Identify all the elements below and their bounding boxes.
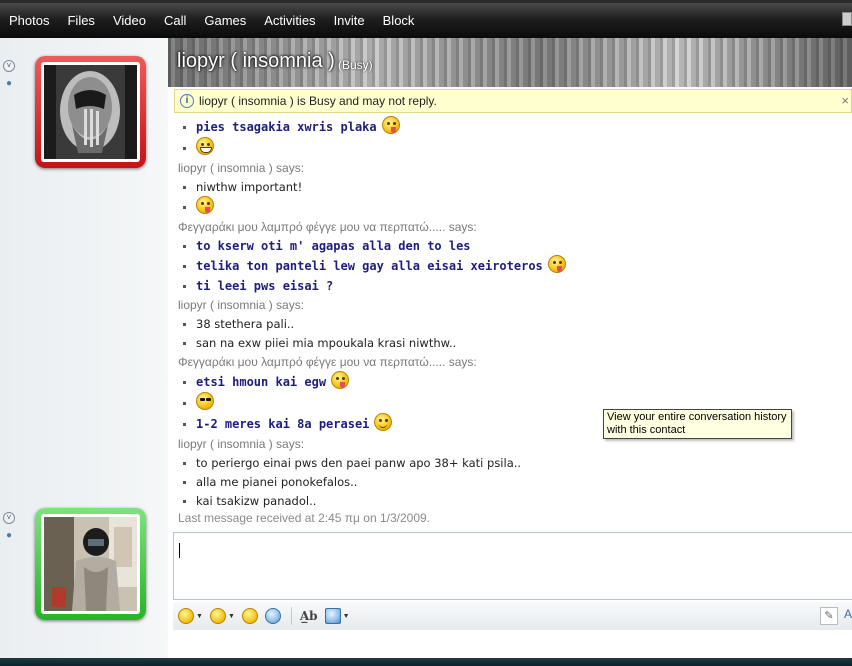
message-line: kai tsakizw panadol.. [178,492,778,511]
menu-photos[interactable]: Photos [0,5,58,37]
smile-icon [374,412,393,431]
tooltip-line: View your entire conversation history [607,411,787,423]
message-text: 38 stethera pali.. [196,317,295,331]
nudge-icon [264,608,281,624]
contact-header: liopyr ( insomnia ) (Busy) [168,38,852,87]
text-mode-icon[interactable]: A [844,607,852,621]
voice-clip-button[interactable] [241,605,258,627]
message-text: niwthw important! [196,180,303,194]
emoticon-icon [178,608,194,624]
compose-toolbar: ▼ ▼ A̲b ▼ ✎ A [173,602,852,630]
font-button[interactable]: A̲b [300,605,318,627]
message-text: telika ton panteli lew gay alla eisai xe… [196,259,543,273]
menu-invite[interactable]: Invite [325,5,374,37]
contact-avatar-image [44,65,137,159]
webcam-icon[interactable]: ● [3,78,15,90]
menu-files[interactable]: Files [58,5,103,37]
text-caret [179,543,180,558]
last-message-timestamp: Last message received at 2:45 πμ on 1/3/… [178,511,431,525]
tongue-icon [196,195,214,214]
font-icon: A̲b [299,609,318,623]
message-line: telika ton panteli lew gay alla eisai xe… [178,254,778,277]
sender-text: liopyr ( insomnia ) says: [178,298,305,312]
handwriting-button[interactable]: ✎ [820,607,838,625]
menu-bar: Photos Files Video Call Games Activities… [0,0,852,38]
sender-line: Φεγγαράκι μου λαμπρό φέγγε μου να περπατ… [178,218,778,237]
message-line: pies tsagakia xwris plaka [178,115,778,138]
message-text: to periergo einai pws den paei panw apo … [196,456,522,470]
menu-games[interactable]: Games [195,5,255,37]
wink-button[interactable]: ▼ [209,605,235,627]
message-line: 38 stethera pali.. [178,315,778,334]
info-icon: i [180,94,194,108]
message-line: to kserw oti m' agapas alla den to les [178,237,778,256]
message-line: alla me pianei ponokefalos.. [178,473,778,492]
collapse-own-picture-icon[interactable]: ˅ [3,512,15,524]
contact-status: (Busy) [338,58,373,72]
tongue-icon [331,370,350,389]
message-line: ti leei pws eisai ? [178,277,778,296]
message-text: ti leei pws eisai ? [196,279,334,293]
message-line: to periergo einai pws den paei panw apo … [178,454,778,473]
grin-icon [196,136,214,155]
message-text: pies tsagakia xwris plaka [196,120,377,134]
menu-block[interactable]: Block [374,5,424,37]
show-menu-icon[interactable] [842,12,852,26]
message-line [178,136,778,159]
nudge-button[interactable] [264,605,281,627]
tooltip-line: with this contact [607,424,686,436]
history-tooltip: View your entire conversation history wi… [603,409,792,439]
cool-icon [196,391,214,410]
tongue-icon [547,254,566,273]
background-button[interactable]: ▼ [324,605,350,627]
sender-text: liopyr ( insomnia ) says: [178,161,305,175]
menu-activities[interactable]: Activities [255,5,324,37]
message-text: kai tsakizw panadol.. [196,494,317,508]
message-line [178,195,778,218]
window-bottom-edge [0,658,852,666]
collapse-contact-picture-icon[interactable]: ˅ [3,60,15,72]
message-input[interactable] [173,532,852,600]
voice-clip-icon [241,608,258,624]
menu-video[interactable]: Video [104,5,155,37]
info-bar-text: liopyr ( insomnia ) is Busy and may not … [199,94,437,108]
wink-icon [209,608,226,624]
sender-text: liopyr ( insomnia ) says: [178,437,305,451]
contact-display-picture[interactable] [35,56,146,168]
message-line: etsi hmoun kai egw [178,370,778,393]
message-text: alla me pianei ponokefalos.. [196,475,358,489]
own-display-picture[interactable] [35,508,146,620]
background-icon [324,608,341,624]
contact-name: liopyr ( insomnia ) [177,50,335,72]
message-text: san na exw piiei mia mpoukala krasi niwt… [196,336,457,350]
own-avatar-image [44,517,137,611]
sender-line: liopyr ( insomnia ) says: [178,159,778,178]
busy-info-bar: i liopyr ( insomnia ) is Busy and may no… [174,89,852,113]
message-text: 1-2 meres kai 8a perasei [196,417,370,431]
toolbar-divider [290,607,292,625]
message-line: san na exw piiei mia mpoukala krasi niwt… [178,334,778,353]
sender-text: Φεγγαράκι μου λαμπρό φέγγε μου να περπατ… [178,355,477,369]
close-icon[interactable]: × [841,93,849,108]
sender-text: Φεγγαράκι μου λαμπρό φέγγε μου να περπατ… [178,220,477,234]
sender-line: Φεγγαράκι μου λαμπρό φέγγε μου να περπατ… [178,353,778,372]
message-text: etsi hmoun kai egw [196,375,327,389]
conversation-history: pies tsagakia xwris plaka liopyr ( insomn… [178,115,778,511]
emoticon-button[interactable]: ▼ [178,605,203,627]
sender-line: liopyr ( insomnia ) says: [178,296,778,315]
menu-call[interactable]: Call [155,5,195,37]
message-line: niwthw important! [178,178,778,197]
own-webcam-icon[interactable]: ● [3,530,15,542]
message-text: to kserw oti m' agapas alla den to les [196,239,471,253]
tongue-icon [381,115,400,134]
